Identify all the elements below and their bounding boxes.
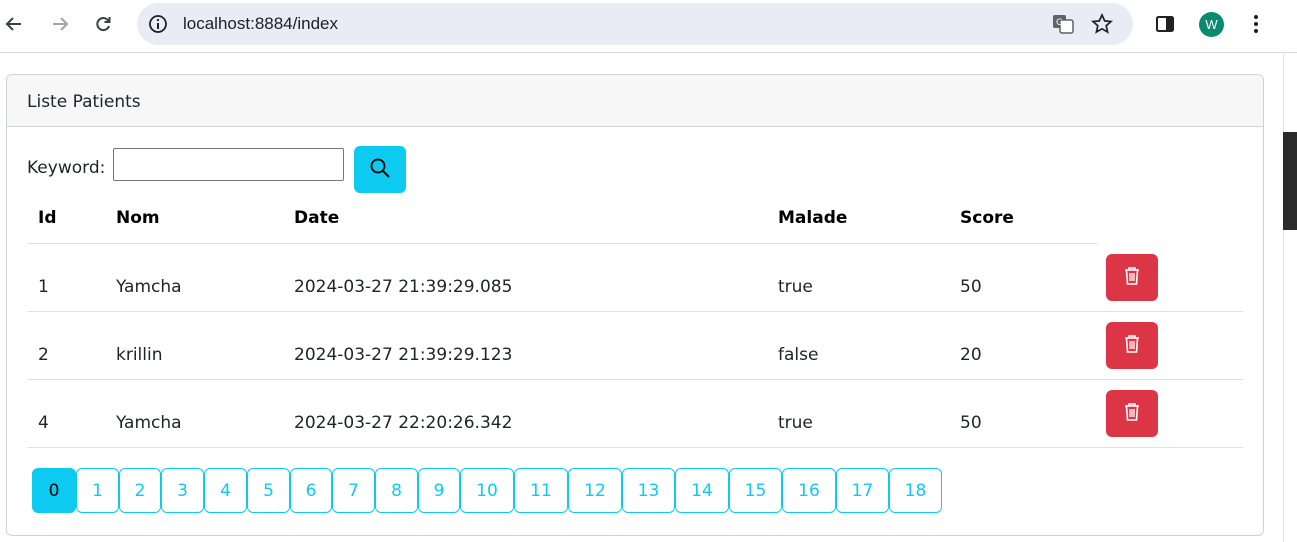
header-divider xyxy=(27,243,1097,244)
trash-icon xyxy=(1123,266,1141,290)
cell-malade: true xyxy=(778,277,813,297)
page-button-2[interactable]: 2 xyxy=(119,468,161,513)
col-header-nom: Nom xyxy=(116,208,160,228)
row-divider xyxy=(27,379,1243,380)
card-header: Liste Patients xyxy=(7,75,1263,127)
cell-nom: Yamcha xyxy=(116,413,182,433)
side-panel-icon[interactable] xyxy=(1151,10,1179,38)
page-button-9[interactable]: 9 xyxy=(418,468,460,513)
trash-icon xyxy=(1123,334,1141,358)
cell-malade: false xyxy=(778,345,819,365)
page-button-16[interactable]: 16 xyxy=(782,468,836,513)
cell-id: 1 xyxy=(38,277,49,297)
cell-id: 2 xyxy=(38,345,49,365)
browser-toolbar: localhost:8884/index G W xyxy=(0,0,1297,53)
edge-scroll-strip xyxy=(1283,132,1297,230)
page-button-5[interactable]: 5 xyxy=(247,468,290,513)
page-button-17[interactable]: 17 xyxy=(836,468,889,513)
page-button-15[interactable]: 15 xyxy=(729,468,782,513)
back-arrow-icon[interactable] xyxy=(0,10,28,38)
bookmark-star-icon[interactable] xyxy=(1090,12,1114,39)
forward-arrow-icon[interactable] xyxy=(46,10,74,38)
delete-button[interactable] xyxy=(1106,254,1158,301)
cell-score: 20 xyxy=(960,345,982,365)
trash-icon xyxy=(1123,402,1141,426)
cell-malade: true xyxy=(778,413,813,433)
page-button-0[interactable]: 0 xyxy=(32,468,76,513)
reload-icon[interactable] xyxy=(89,10,117,38)
page-button-13[interactable]: 13 xyxy=(622,468,675,513)
page-button-7[interactable]: 7 xyxy=(332,468,375,513)
translate-icon[interactable]: G xyxy=(1051,13,1075,39)
cell-score: 50 xyxy=(960,413,982,433)
keyword-input[interactable] xyxy=(113,148,344,181)
page-button-4[interactable]: 4 xyxy=(204,468,247,513)
cell-nom: krillin xyxy=(116,345,163,365)
page-button-18[interactable]: 18 xyxy=(889,468,942,513)
page-button-3[interactable]: 3 xyxy=(161,468,204,513)
col-header-id: Id xyxy=(38,208,57,228)
keyword-label: Keyword: xyxy=(27,158,106,178)
cell-date: 2024-03-27 21:39:29.085 xyxy=(294,277,513,297)
search-icon xyxy=(369,157,391,183)
patients-card: Liste Patients Keyword: Id Nom Date Mala… xyxy=(6,74,1264,536)
cell-date: 2024-03-27 22:20:26.342 xyxy=(294,413,513,433)
profile-avatar[interactable]: W xyxy=(1199,12,1224,37)
page-button-8[interactable]: 8 xyxy=(375,468,418,513)
page-button-14[interactable]: 14 xyxy=(675,468,729,513)
url-text[interactable]: localhost:8884/index xyxy=(183,14,338,34)
page-button-11[interactable]: 11 xyxy=(514,468,568,513)
svg-text:G: G xyxy=(1056,18,1063,28)
address-bar[interactable]: localhost:8884/index G xyxy=(137,3,1133,45)
card-title: Liste Patients xyxy=(27,92,141,112)
row-divider xyxy=(27,311,1243,312)
cell-score: 50 xyxy=(960,277,982,297)
page-button-12[interactable]: 12 xyxy=(568,468,622,513)
cell-nom: Yamcha xyxy=(116,277,182,297)
window-edge-divider xyxy=(1283,52,1284,542)
cell-id: 4 xyxy=(38,413,49,433)
col-header-score: Score xyxy=(960,208,1014,228)
more-menu-icon[interactable] xyxy=(1242,10,1270,38)
delete-button[interactable] xyxy=(1106,322,1158,369)
delete-button[interactable] xyxy=(1106,390,1158,437)
search-button[interactable] xyxy=(354,146,406,193)
cell-date: 2024-03-27 21:39:29.123 xyxy=(294,345,513,365)
site-info-icon[interactable] xyxy=(147,13,169,39)
col-header-malade: Malade xyxy=(778,208,848,228)
page-button-10[interactable]: 10 xyxy=(460,468,514,513)
page-button-1[interactable]: 1 xyxy=(76,468,119,513)
page-button-6[interactable]: 6 xyxy=(290,468,332,513)
row-divider xyxy=(27,447,1243,448)
col-header-date: Date xyxy=(294,208,340,228)
